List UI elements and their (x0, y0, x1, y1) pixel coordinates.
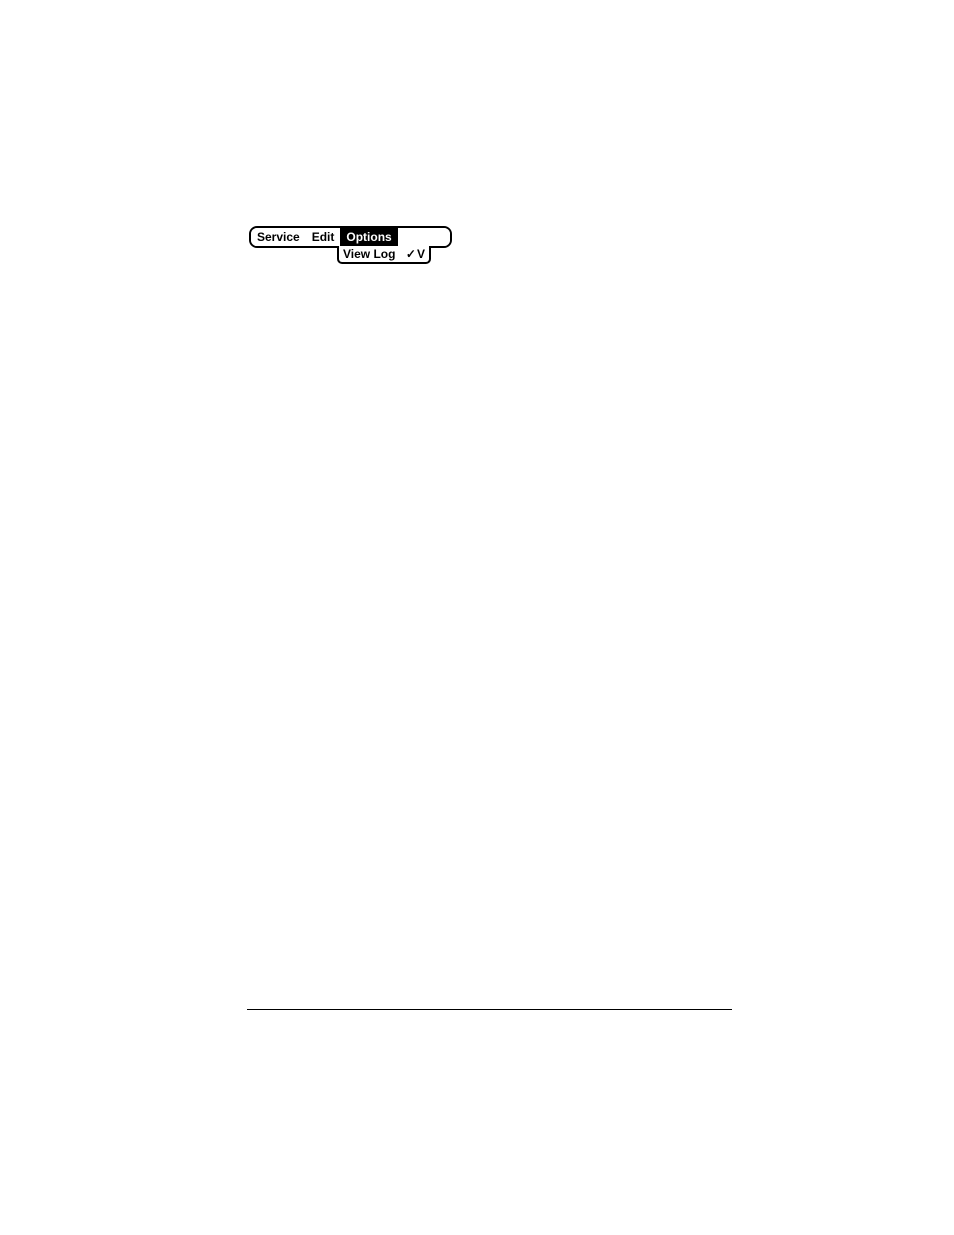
options-dropdown: View Log ✓V (337, 246, 431, 264)
menubar-container: Service Edit Options View Log ✓V (249, 226, 452, 248)
menu-item-service[interactable]: Service (251, 228, 306, 246)
check-icon: ✓ (406, 246, 416, 262)
dropdown-item-label: View Log (343, 246, 395, 262)
menubar: Service Edit Options (249, 226, 452, 248)
menu-item-options[interactable]: Options (340, 228, 397, 246)
menu-item-edit[interactable]: Edit (306, 228, 341, 246)
dropdown-item-shortcut: ✓V (406, 246, 425, 262)
shortcut-key: V (417, 246, 425, 262)
dropdown-item-view-log[interactable]: View Log ✓V (339, 246, 429, 262)
menu-spacer (398, 228, 450, 246)
horizontal-rule (247, 1009, 732, 1010)
